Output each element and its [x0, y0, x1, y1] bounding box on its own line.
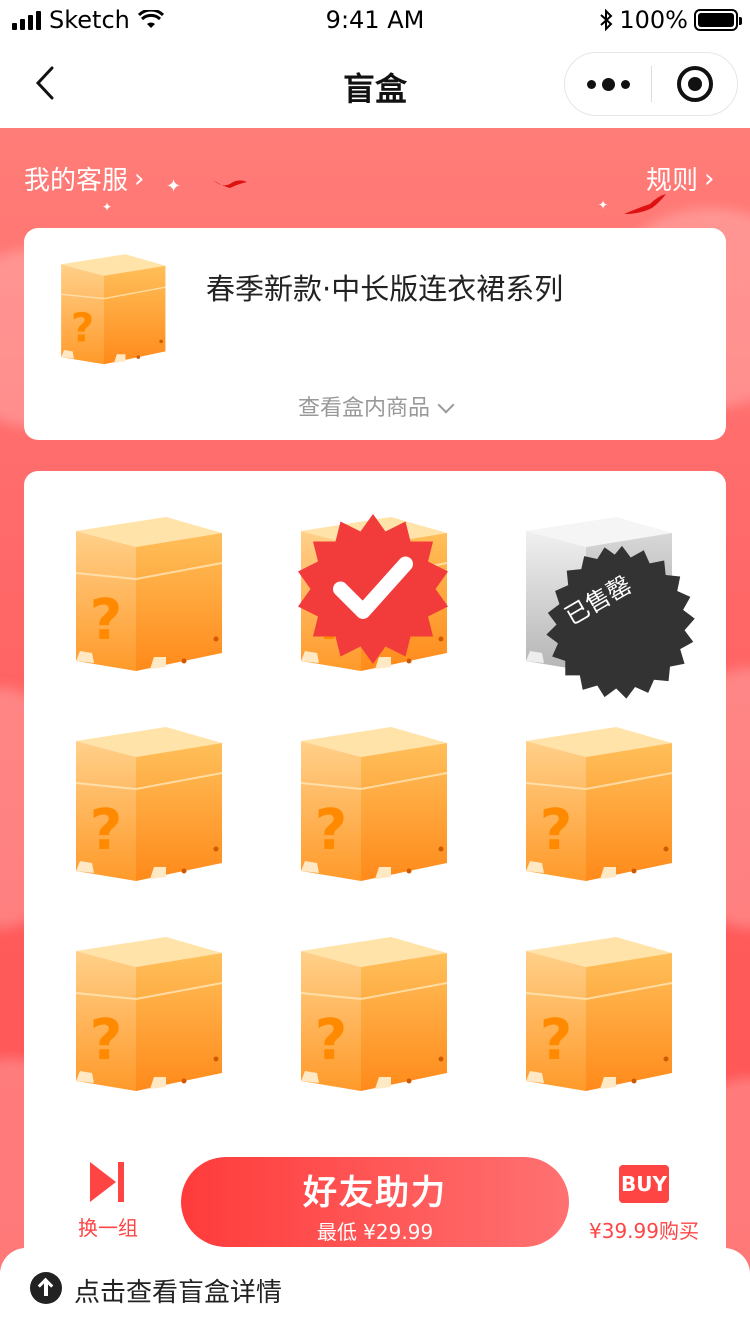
details-sheet-handle[interactable]: 点击查看盲盒详情	[0, 1248, 750, 1337]
friend-assist-button[interactable]: 好友助力 最低 ¥29.99	[181, 1157, 569, 1247]
buy-button[interactable]: BUY ¥39.99购买	[586, 1165, 702, 1244]
bird-icon	[624, 194, 666, 214]
bluetooth-icon	[600, 9, 613, 31]
blind-box-icon	[70, 721, 230, 889]
blind-box-icon	[70, 511, 230, 679]
close-program-button[interactable]	[652, 66, 737, 102]
friend-assist-label: 好友助力	[303, 1173, 447, 1213]
lowest-price-label: 最低 ¥29.99	[316, 1220, 434, 1244]
blind-box-icon	[295, 721, 455, 889]
target-icon	[676, 66, 713, 102]
buy-icon: BUY	[619, 1165, 669, 1203]
blind-box-icon	[70, 931, 230, 1099]
status-bar: Sketch 9:41 AM 100%	[0, 0, 750, 42]
blind-box-item[interactable]	[520, 931, 680, 1099]
blind-box-item[interactable]	[295, 721, 455, 889]
skip-next-icon	[90, 1162, 124, 1202]
blind-box-item-sold-out: 已售罄	[520, 511, 695, 699]
switch-group-label: 换一组	[78, 1216, 138, 1240]
arrow-up-circle-icon	[30, 1272, 62, 1304]
mini-program-capsule	[564, 52, 738, 116]
battery-icon	[694, 9, 742, 31]
blind-box-icon	[54, 250, 174, 370]
more-icon[interactable]	[565, 53, 651, 115]
chevron-right-icon: ›	[134, 163, 145, 194]
chevron-right-icon: ›	[704, 163, 715, 194]
series-title: 春季新款·中长版连衣裙系列	[206, 272, 564, 306]
blind-box-item[interactable]	[520, 721, 680, 889]
view-items-label: 查看盒内商品	[297, 396, 430, 421]
chevron-down-icon	[437, 396, 455, 414]
blind-box-item[interactable]	[70, 721, 230, 889]
bird-icon	[213, 180, 247, 188]
blind-box-icon	[520, 721, 680, 889]
customer-service-label: 我的客服	[24, 166, 129, 196]
blind-box-item[interactable]	[70, 931, 230, 1099]
sparkle-icon: ✦	[166, 176, 182, 197]
check-badge-icon	[298, 514, 448, 664]
nav-bar: 盲盒	[0, 42, 750, 128]
view-box-items-link[interactable]: 查看盒内商品	[24, 390, 726, 422]
customer-service-link[interactable]: 我的客服 ›	[24, 160, 144, 197]
details-sheet-label: 点击查看盲盒详情	[74, 1278, 283, 1308]
series-info-card: 春季新款·中长版连衣裙系列 查看盒内商品	[24, 228, 726, 440]
buy-price-label: ¥39.99购买	[589, 1219, 699, 1243]
switch-group-button[interactable]: 换一组	[70, 1160, 146, 1241]
blind-box-grid: 已售罄	[24, 471, 726, 1271]
sparkle-icon: ✦	[102, 200, 113, 214]
blind-box-item[interactable]	[70, 511, 230, 679]
blind-box-item[interactable]	[295, 931, 455, 1099]
sparkle-icon: ✦	[598, 198, 609, 212]
blind-box-icon	[295, 931, 455, 1099]
blind-box-icon	[520, 931, 680, 1099]
battery-percent: 100%	[619, 6, 688, 34]
blind-box-item-selected[interactable]	[295, 511, 455, 679]
